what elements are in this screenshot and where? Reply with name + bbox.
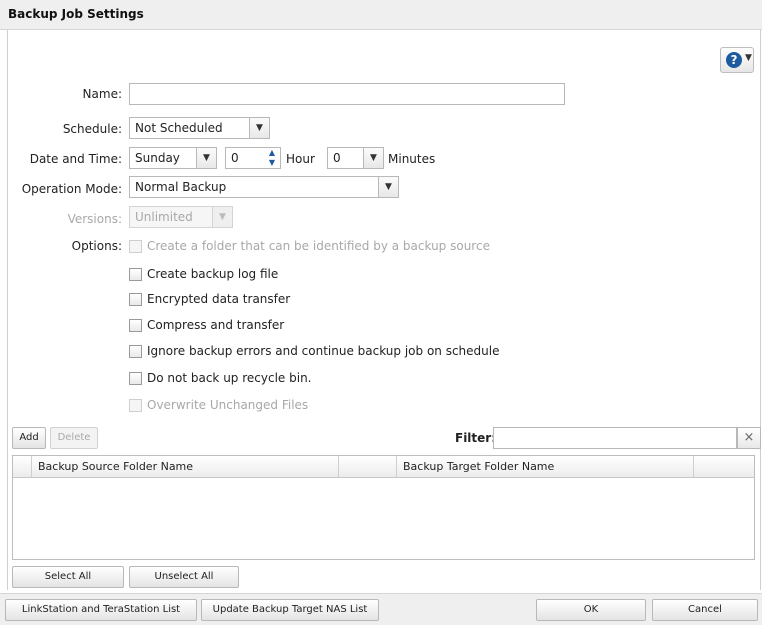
option-label: Compress and transfer: [147, 318, 285, 332]
option-label: Encrypted data transfer: [147, 292, 291, 306]
date-time-label: Date and Time:: [29, 152, 122, 166]
hour-label: Hour: [286, 152, 315, 166]
unselect-all-button[interactable]: Unselect All: [129, 566, 239, 588]
help-button[interactable]: ? ▼: [720, 47, 754, 73]
day-value: Sunday: [135, 151, 180, 165]
checkbox[interactable]: [129, 319, 142, 332]
option-label: Create a folder that can be identified b…: [147, 239, 490, 253]
checkbox[interactable]: [129, 268, 142, 281]
minutes-label: Minutes: [388, 152, 436, 166]
hour-value: 0: [231, 151, 239, 165]
spinner-down-icon[interactable]: ▼: [265, 158, 279, 168]
option-label: Do not back up recycle bin.: [147, 371, 312, 385]
day-select[interactable]: Sunday ▼: [129, 147, 217, 169]
spinner-up-icon[interactable]: ▲: [265, 148, 279, 158]
hour-spinner[interactable]: 0 ▲ ▼: [225, 147, 281, 169]
versions-select: Unlimited ▼: [129, 206, 233, 228]
chevron-down-icon: ▼: [196, 148, 216, 168]
dialog-title-bar: Backup Job Settings: [0, 0, 762, 30]
chevron-down-icon: ▼: [378, 177, 398, 197]
name-label: Name:: [82, 87, 122, 101]
versions-label: Versions:: [67, 212, 122, 226]
column-header-label: Backup Source Folder Name: [38, 460, 194, 473]
table-header: Backup Source Folder Name Backup Target …: [13, 456, 754, 478]
operation-mode-value: Normal Backup: [135, 180, 227, 194]
minute-value: 0: [333, 151, 341, 165]
column-header-source[interactable]: Backup Source Folder Name: [32, 456, 339, 477]
option-label: Create backup log file: [147, 267, 279, 281]
minute-select[interactable]: 0 ▼: [327, 147, 384, 169]
checkbox[interactable]: [129, 345, 142, 358]
station-list-button[interactable]: LinkStation and TeraStation List: [5, 599, 197, 621]
checkbox: [129, 399, 142, 412]
chevron-down-icon: ▼: [745, 53, 752, 63]
operation-mode-label: Operation Mode:: [21, 182, 122, 196]
chevron-down-icon: ▼: [249, 118, 269, 138]
select-column-header: [13, 456, 32, 477]
backup-folder-table: Backup Source Folder Name Backup Target …: [12, 455, 755, 560]
option-label: Overwrite Unchanged Files: [147, 398, 309, 412]
schedule-select[interactable]: Not Scheduled ▼: [129, 117, 270, 139]
name-input[interactable]: [129, 83, 565, 105]
checkbox[interactable]: [129, 293, 142, 306]
update-nas-list-button[interactable]: Update Backup Target NAS List: [201, 599, 379, 621]
checkbox: [129, 240, 142, 253]
chevron-down-icon: ▼: [212, 207, 232, 227]
close-icon[interactable]: ×: [737, 427, 761, 449]
delete-button: Delete: [50, 427, 98, 449]
chevron-down-icon: ▼: [363, 148, 383, 168]
operation-mode-select[interactable]: Normal Backup ▼: [129, 176, 399, 198]
schedule-label: Schedule:: [62, 122, 122, 136]
filter-input[interactable]: [493, 427, 737, 449]
column-header-spacer: [339, 456, 397, 477]
help-icon: ?: [726, 52, 742, 68]
dialog-title: Backup Job Settings: [8, 7, 144, 21]
filter-label: Filter:: [455, 431, 497, 445]
versions-value: Unlimited: [135, 210, 193, 224]
add-button[interactable]: Add: [12, 427, 46, 449]
schedule-value: Not Scheduled: [135, 121, 223, 135]
column-header-label: Backup Target Folder Name: [403, 460, 555, 473]
checkbox[interactable]: [129, 372, 142, 385]
column-header-target[interactable]: Backup Target Folder Name: [397, 456, 694, 477]
cancel-button[interactable]: Cancel: [652, 599, 758, 621]
ok-button[interactable]: OK: [536, 599, 646, 621]
option-label: Ignore backup errors and continue backup…: [147, 344, 500, 358]
select-all-button[interactable]: Select All: [12, 566, 124, 588]
options-label: Options:: [71, 239, 122, 253]
